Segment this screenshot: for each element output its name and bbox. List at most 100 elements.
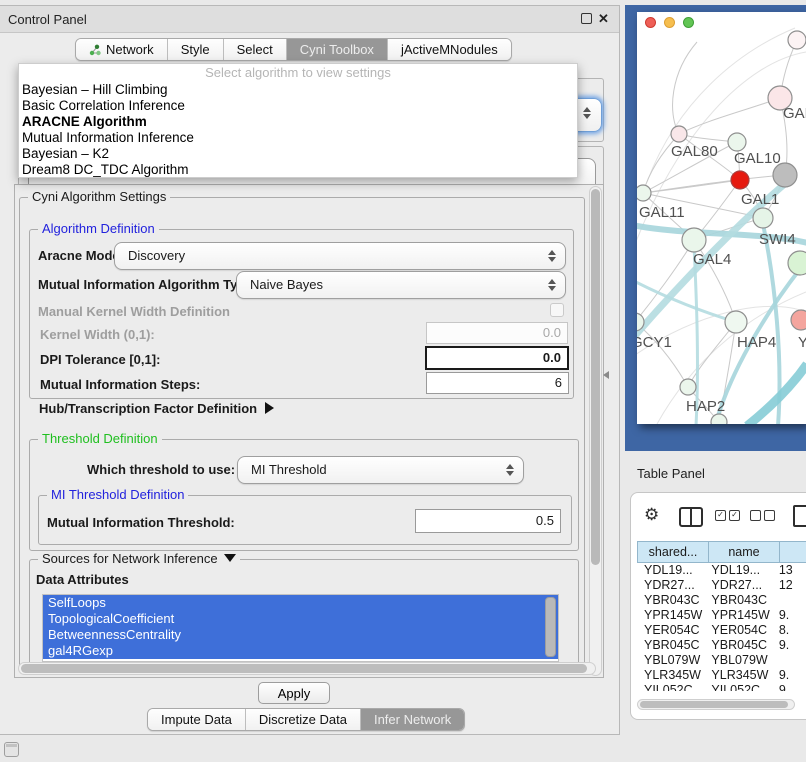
- mi-threshold-field[interactable]: 0.5: [415, 509, 561, 533]
- deselect-all-checkboxes-icon[interactable]: [750, 510, 778, 528]
- table-horizontal-scrollbar[interactable]: [637, 699, 795, 710]
- tab-label: Style: [181, 42, 210, 57]
- combo-arrows-icon: [548, 248, 556, 264]
- data-attributes-list: SelfLoopsTopologicalCoefficientBetweenne…: [42, 594, 559, 662]
- tab-network[interactable]: Network: [76, 39, 168, 60]
- dropdown-item[interactable]: Dream8 DC_TDC Algorithm: [19, 162, 577, 178]
- node-hap2[interactable]: [680, 379, 696, 395]
- settings-horizontal-scrollbar-thumb[interactable]: [21, 664, 587, 673]
- attribute-item[interactable]: SelfLoops: [43, 595, 558, 611]
- tab-select[interactable]: Select: [224, 39, 287, 60]
- dropdown-item[interactable]: Bayesian – Hill Climbing: [19, 82, 577, 98]
- node-gal80[interactable]: [671, 126, 687, 142]
- mi-type-value: Naive Bayes: [250, 277, 323, 292]
- threshold-definition-legend: Threshold Definition: [38, 431, 162, 446]
- node-highlighted-red[interactable]: [731, 171, 749, 189]
- mac-minimize-icon[interactable]: [664, 17, 675, 28]
- table-row[interactable]: YDL19...YDL19...13: [637, 563, 806, 578]
- mi-threshold-group: MI Threshold Definition Mutual Informati…: [38, 495, 572, 545]
- dropdown-item[interactable]: ARACNE Algorithm: [19, 114, 577, 130]
- column-header[interactable]: shared...: [637, 541, 708, 563]
- manual-kernel-label: Manual Kernel Width Definition: [38, 304, 230, 319]
- mi-steps-field[interactable]: 6: [426, 372, 569, 394]
- attribute-item[interactable]: BetweennessCentrality: [43, 627, 558, 643]
- close-icon[interactable]: ✕: [597, 12, 610, 25]
- tab-label: Cyni Toolbox: [300, 42, 374, 57]
- expand-right-icon: [265, 402, 274, 414]
- tab-jactivemnodules[interactable]: jActiveMNodules: [388, 39, 511, 60]
- node-gal4[interactable]: [682, 228, 706, 252]
- dpi-tolerance-field[interactable]: 0.0: [425, 346, 569, 370]
- table-cell: YPR145W: [637, 608, 704, 623]
- tab-cyni-toolbox[interactable]: Cyni Toolbox: [287, 39, 388, 60]
- node-gal11[interactable]: [637, 185, 651, 201]
- settings-vertical-scrollbar-thumb[interactable]: [591, 189, 600, 565]
- table-cell: 12: [772, 578, 806, 593]
- float-window-icon[interactable]: [580, 12, 593, 25]
- table-row[interactable]: YIL052CYIL052C9.: [637, 683, 806, 691]
- column-header[interactable]: [779, 541, 806, 563]
- bottom-tab-infer-network[interactable]: Infer Network: [361, 709, 464, 730]
- dock-panel-icon[interactable]: [4, 742, 19, 757]
- network-edge: [679, 98, 780, 134]
- attribute-list-scrollbar[interactable]: [545, 597, 556, 657]
- table-row[interactable]: YBL079WYBL079W: [637, 653, 806, 668]
- table-row[interactable]: YER054CYER054C8.: [637, 623, 806, 638]
- bottom-tab-discretize-data[interactable]: Discretize Data: [246, 709, 361, 730]
- tab-label: Select: [237, 42, 273, 57]
- aracne-mode-combo[interactable]: Discovery: [114, 242, 566, 270]
- tab-style[interactable]: Style: [168, 39, 224, 60]
- split-columns-icon[interactable]: [679, 507, 703, 527]
- document-icon[interactable]: [793, 505, 806, 527]
- dropdown-item[interactable]: Bayesian – K2: [19, 146, 577, 162]
- node-label: SWI4: [759, 231, 796, 248]
- table-cell: YBR043C: [637, 593, 704, 608]
- sources-legend[interactable]: Sources for Network Inference: [38, 551, 240, 566]
- gear-icon[interactable]: ⚙: [644, 505, 659, 525]
- column-header[interactable]: name: [708, 541, 779, 563]
- select-all-checkboxes-icon[interactable]: ✓✓: [715, 510, 743, 528]
- node-label: Y: [798, 334, 806, 351]
- which-threshold-combo[interactable]: MI Threshold: [237, 456, 524, 484]
- algorithm-dropdown-popup: Select algorithm to view settings Bayesi…: [18, 63, 578, 178]
- attribute-item[interactable]: gal4RGexp: [43, 643, 558, 659]
- mi-type-combo[interactable]: Naive Bayes: [236, 271, 566, 299]
- table-row[interactable]: YBR043CYBR043C: [637, 593, 806, 608]
- node-gal1[interactable]: [753, 208, 773, 228]
- kernel-width-field[interactable]: 0.0: [426, 322, 568, 344]
- table-cell: YDL19...: [704, 563, 771, 578]
- node-gal10[interactable]: [728, 133, 746, 151]
- aracne-mode-value: Discovery: [128, 248, 185, 263]
- mi-steps-label: Mutual Information Steps:: [40, 377, 200, 392]
- hub-definition-toggle[interactable]: Hub/Transcription Factor Definition: [39, 401, 274, 416]
- network-view-window[interactable]: GALGAL80GAL10GAL11GAL1SWI4GAL4GCY1HAP4YH…: [637, 12, 806, 424]
- mac-close-icon[interactable]: [645, 17, 656, 28]
- node-hap4[interactable]: [725, 311, 747, 333]
- dropdown-item[interactable]: Basic Correlation Inference: [19, 98, 577, 114]
- attribute-item[interactable]: TopologicalCoefficient: [43, 611, 558, 627]
- table-row[interactable]: YPR145WYPR145W9.: [637, 608, 806, 623]
- aracne-mode-label: Aracne Mode:: [38, 248, 124, 263]
- combo-arrows-icon: [548, 277, 556, 293]
- table-panel-card: ⚙ ✓✓ shared...name YDL19...YDL19...13YDR…: [630, 492, 806, 720]
- table-row[interactable]: YBR045CYBR045C9.: [637, 638, 806, 653]
- network-canvas[interactable]: GALGAL80GAL10GAL11GAL1SWI4GAL4GCY1HAP4YH…: [637, 12, 806, 424]
- table-cell: YLR345W: [637, 668, 704, 683]
- mac-zoom-icon[interactable]: [683, 17, 694, 28]
- bottom-tab-impute-data[interactable]: Impute Data: [148, 709, 246, 730]
- settings-horizontal-scrollbar[interactable]: [18, 662, 596, 675]
- node-label: HAP2: [686, 398, 725, 415]
- node-salmon[interactable]: [791, 310, 806, 330]
- dropdown-item[interactable]: Mutual Information Inference: [19, 130, 577, 146]
- table-cell: YDL19...: [637, 563, 704, 578]
- manual-kernel-checkbox[interactable]: [550, 303, 564, 317]
- table-horizontal-scrollbar-thumb[interactable]: [640, 701, 788, 708]
- table-row[interactable]: YDR27...YDR27...12: [637, 578, 806, 593]
- node-unlabeled-top[interactable]: [788, 31, 806, 49]
- settings-vertical-scrollbar[interactable]: [589, 186, 602, 676]
- node-label: GAL4: [693, 251, 731, 268]
- node-unlabeled-bottom[interactable]: [711, 414, 727, 424]
- table-row[interactable]: YLR345WYLR345W9.: [637, 668, 806, 683]
- node-swi4[interactable]: [788, 251, 806, 275]
- apply-button[interactable]: Apply: [258, 682, 330, 704]
